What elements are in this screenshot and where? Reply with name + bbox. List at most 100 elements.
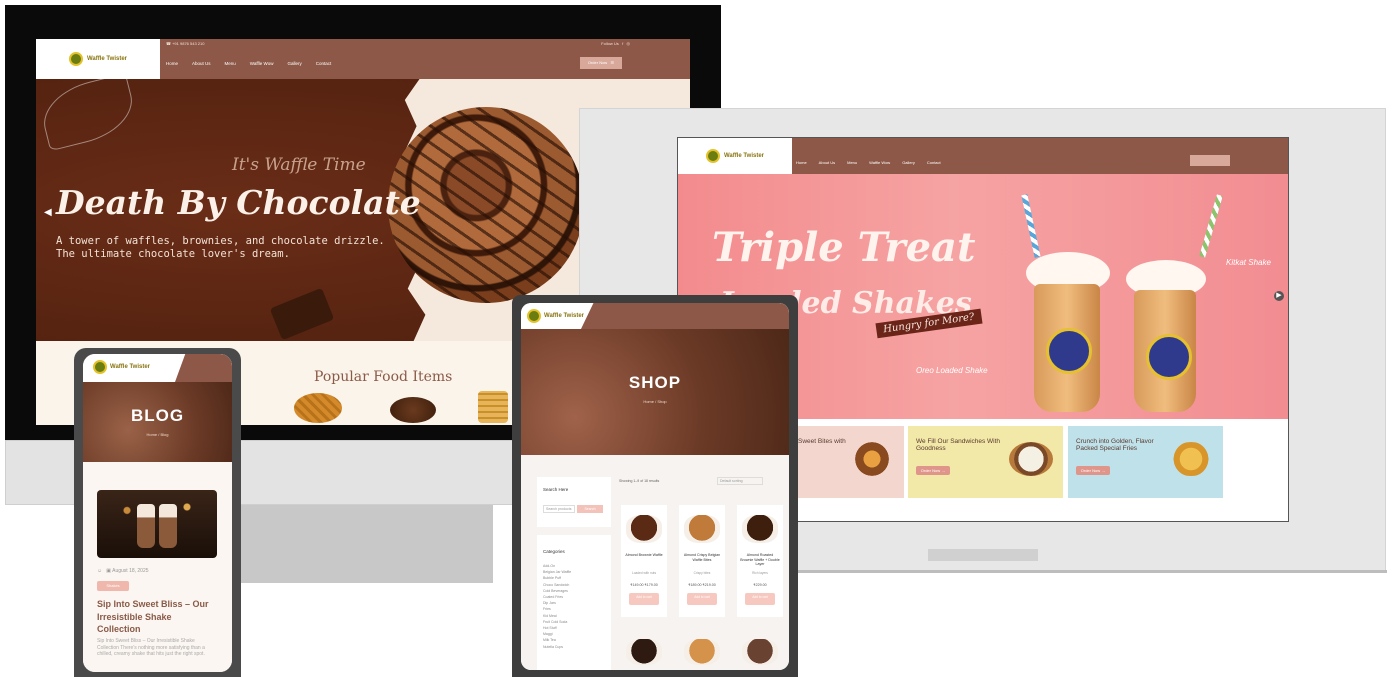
food-item-image[interactable] bbox=[390, 397, 436, 423]
hero-subtitle: A tower of waffles, brownies, and chocol… bbox=[56, 235, 385, 260]
add-to-cart-button[interactable]: Add to cart bbox=[687, 593, 717, 605]
food-item-image[interactable] bbox=[478, 391, 508, 423]
shake-label-right: Kitkat Shake bbox=[1226, 258, 1271, 267]
product-image[interactable] bbox=[684, 639, 720, 665]
logo-badge-icon bbox=[527, 309, 541, 323]
product-card[interactable]: Almond Crispy Belgian Waffle Bites Crisp… bbox=[679, 505, 725, 617]
results-count: Showing 1–9 of 18 results bbox=[619, 479, 660, 483]
promo-card[interactable]: We Fill Our Sandwiches With Goodness Ord… bbox=[908, 426, 1063, 498]
categories-widget: Categories Add-On Belgian Jar Waffle Bub… bbox=[537, 535, 611, 670]
category-item[interactable]: Choco Sandwich bbox=[543, 582, 571, 588]
blog-banner: BLOG Home / Blog bbox=[83, 382, 232, 462]
slider-next-icon[interactable]: ▶ bbox=[1274, 291, 1284, 301]
product-card[interactable]: Almond Brownie Waffle Loaded with nuts ₹… bbox=[621, 505, 667, 617]
device-mockup-stage: Waffle Twister ☎ +91 9876 543 210 Follow… bbox=[0, 0, 1395, 677]
search-input[interactable]: Search products bbox=[543, 505, 575, 513]
site-logo[interactable]: Waffle Twister bbox=[678, 138, 792, 174]
product-image[interactable] bbox=[742, 515, 778, 543]
phone-header: Waffle Twister bbox=[83, 354, 232, 382]
product-image[interactable] bbox=[626, 515, 662, 543]
search-widget: Search Here Search products Search bbox=[537, 477, 611, 527]
order-now-button[interactable]: Order Now ☰ bbox=[580, 57, 622, 69]
nav-item-about[interactable]: About Us bbox=[192, 61, 211, 66]
add-to-cart-button[interactable]: Add to cart bbox=[745, 593, 775, 605]
category-item[interactable]: Nutella Cups bbox=[543, 644, 571, 650]
promo-card-title: Crunch into Golden, Flavor Packed Specia… bbox=[1076, 438, 1154, 452]
nav-item-waffle-wow[interactable]: Waffle Wow bbox=[250, 61, 274, 66]
categories-list: Add-On Belgian Jar Waffle Bubble Puff Ch… bbox=[543, 563, 571, 650]
section-title: Popular Food Items bbox=[314, 369, 453, 385]
straw-image bbox=[1021, 194, 1041, 258]
nav-item-gallery[interactable]: Gallery bbox=[287, 61, 301, 66]
laptop-header: Waffle Twister Home About Us Menu Waffle… bbox=[678, 138, 1288, 174]
add-to-cart-button[interactable]: Add to cart bbox=[629, 593, 659, 605]
desktop-header: Waffle Twister ☎ +91 9876 543 210 Follow… bbox=[36, 39, 690, 79]
order-now-button[interactable] bbox=[1190, 155, 1230, 166]
product-card[interactable] bbox=[621, 631, 667, 670]
promo-card-button[interactable]: Order Now → bbox=[916, 466, 950, 475]
product-name[interactable]: Almond Crispy Belgian Waffle Bites bbox=[682, 553, 722, 562]
logo-text: Waffle Twister bbox=[86, 56, 127, 62]
product-name[interactable]: Almond Roasted Brownie Waffle + Double L… bbox=[740, 553, 780, 567]
product-card[interactable] bbox=[737, 631, 783, 670]
promo-card-image bbox=[1009, 442, 1053, 476]
page-title: BLOG bbox=[130, 406, 185, 425]
nav-item-home[interactable]: Home bbox=[796, 160, 807, 165]
phone-device: Waffle Twister BLOG Home / Blog ☺ ▣ Augu… bbox=[74, 348, 241, 677]
main-nav: Home About Us Menu Waffle Wow Gallery Co… bbox=[166, 61, 331, 66]
nav-item-menu[interactable]: Menu bbox=[225, 61, 236, 66]
post-title[interactable]: Sip Into Sweet Bliss – Our Irresistible … bbox=[97, 598, 217, 636]
kitkat-shake-cup-image bbox=[1134, 290, 1196, 412]
logo-badge-icon bbox=[93, 360, 107, 374]
search-heading: Search Here bbox=[543, 487, 569, 492]
post-category-badge[interactable]: Shakes bbox=[97, 581, 129, 591]
nav-item-contact[interactable]: Contact bbox=[927, 160, 941, 165]
social-links[interactable]: Follow Us f ◎ bbox=[601, 41, 630, 46]
nav-item-home[interactable]: Home bbox=[166, 61, 178, 66]
slider-prev-icon[interactable]: ◀ bbox=[44, 207, 52, 218]
nav-item-contact[interactable]: Contact bbox=[316, 61, 332, 66]
product-image[interactable] bbox=[684, 515, 720, 543]
sort-select[interactable]: Default sorting bbox=[717, 477, 763, 485]
tablet-screen: Waffle Twister SHOP Home / Shop Search H… bbox=[521, 303, 789, 670]
logo-text: Waffle Twister bbox=[723, 153, 764, 159]
logo-text: Waffle Twister bbox=[110, 364, 151, 370]
product-image[interactable] bbox=[626, 639, 662, 665]
site-logo[interactable]: Waffle Twister bbox=[93, 360, 150, 374]
product-name[interactable]: Almond Brownie Waffle bbox=[624, 553, 664, 558]
product-price: ₹189.00 ₹219.00 bbox=[688, 583, 716, 587]
search-button[interactable]: Search bbox=[577, 505, 603, 513]
product-image[interactable] bbox=[742, 639, 778, 665]
tablet-header-accent bbox=[581, 303, 789, 329]
food-item-image[interactable] bbox=[294, 393, 342, 423]
post-meta: ☺ ▣ August 18, 2025 bbox=[97, 568, 149, 574]
leaf-decoration bbox=[36, 72, 140, 152]
hero-title: Triple Treat bbox=[712, 224, 976, 271]
promo-card[interactable]: Crunch into Golden, Flavor Packed Specia… bbox=[1068, 426, 1223, 498]
monitor-stand bbox=[241, 505, 493, 583]
phone-screen: Waffle Twister BLOG Home / Blog ☺ ▣ Augu… bbox=[83, 354, 232, 672]
categories-heading: Categories bbox=[543, 549, 565, 554]
shop-banner: SHOP Home / Shop bbox=[521, 329, 789, 455]
product-card[interactable] bbox=[679, 631, 725, 670]
site-logo[interactable]: Waffle Twister bbox=[36, 39, 160, 79]
product-card[interactable]: Almond Roasted Brownie Waffle + Double L… bbox=[737, 505, 783, 617]
nav-item-menu[interactable]: Menu bbox=[847, 160, 857, 165]
promo-card-button[interactable]: Order Now → bbox=[1076, 466, 1110, 475]
top-info-bar: ☎ +91 9876 543 210 Follow Us f ◎ bbox=[162, 41, 690, 51]
phone-header-accent bbox=[175, 354, 232, 382]
nav-item-about[interactable]: About Us bbox=[819, 160, 835, 165]
nav-item-waffle-wow[interactable]: Waffle Wow bbox=[869, 160, 890, 165]
breadcrumb[interactable]: Home / Blog bbox=[83, 432, 232, 437]
site-logo[interactable]: Waffle Twister bbox=[527, 309, 584, 323]
blog-post-image[interactable] bbox=[97, 490, 217, 558]
breadcrumb[interactable]: Home / Shop bbox=[521, 399, 789, 404]
hero-title: Death By Chocolate bbox=[56, 183, 421, 222]
product-desc: Crispy bites bbox=[693, 571, 711, 575]
main-nav: Home About Us Menu Waffle Wow Gallery Co… bbox=[796, 160, 941, 165]
logo-badge-icon bbox=[705, 149, 720, 163]
product-desc: Loaded with nuts bbox=[631, 571, 657, 575]
tablet-device: Waffle Twister SHOP Home / Shop Search H… bbox=[512, 295, 798, 677]
post-excerpt: Sip Into Sweet Bliss – Our Irresistible … bbox=[97, 638, 205, 657]
nav-item-gallery[interactable]: Gallery bbox=[902, 160, 915, 165]
